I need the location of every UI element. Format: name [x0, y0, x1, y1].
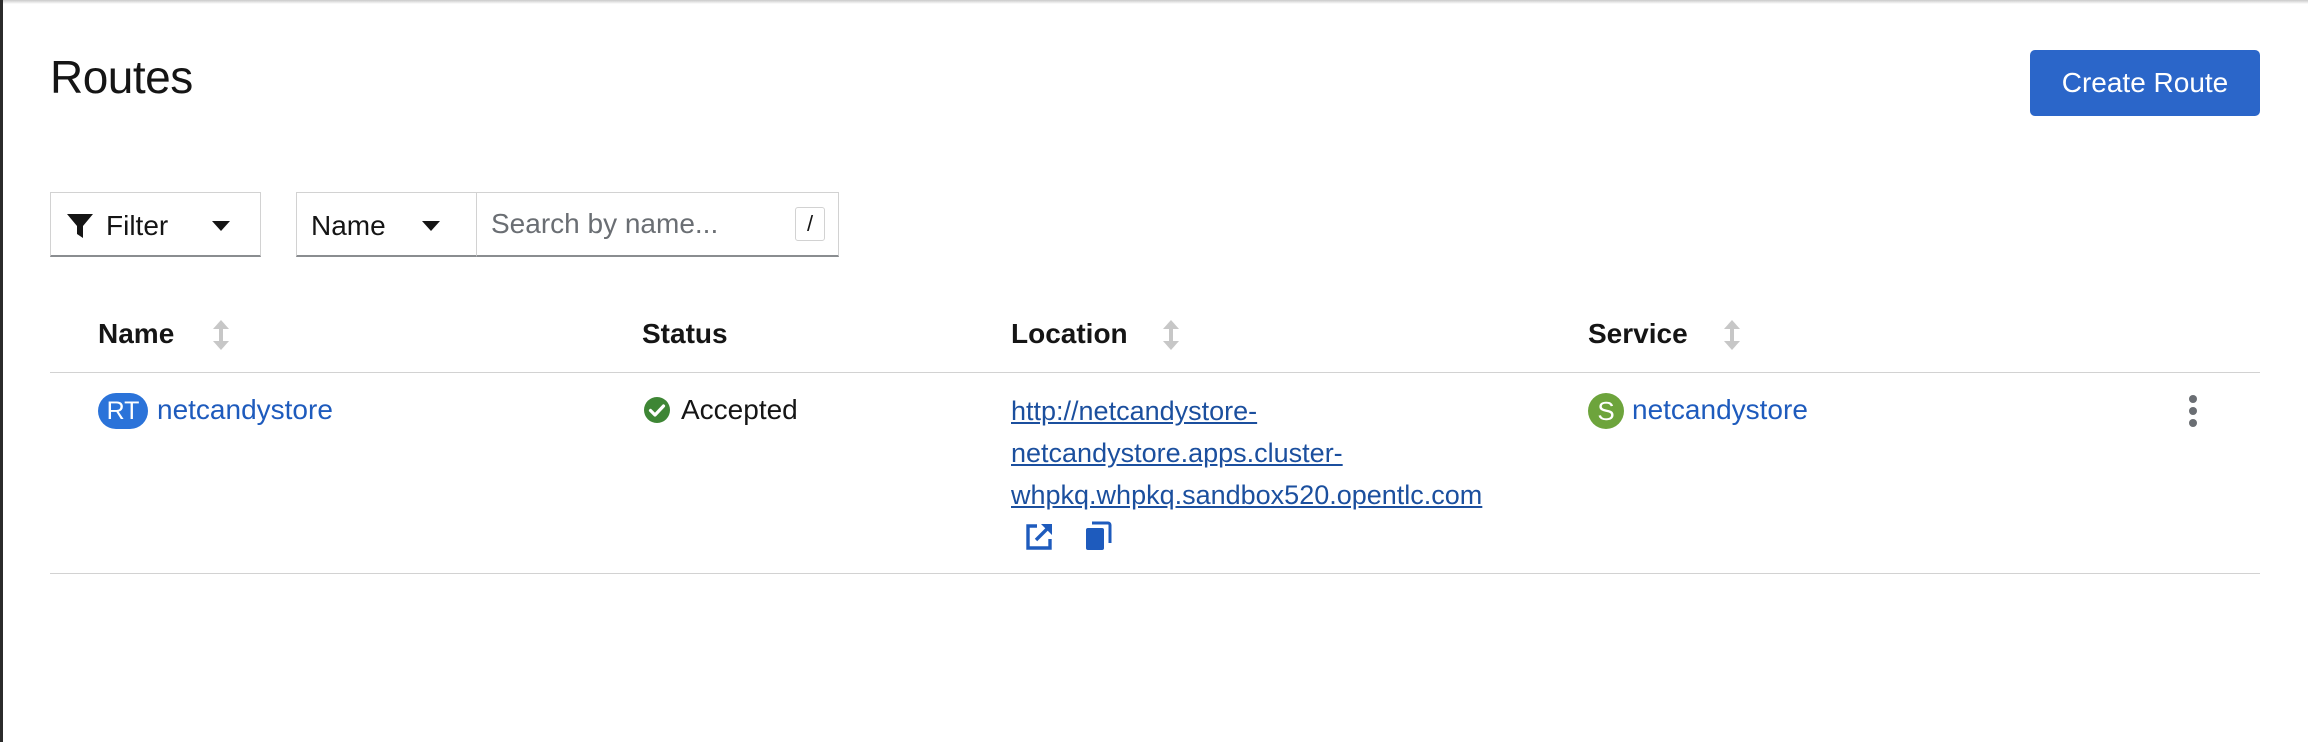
page-title: Routes [50, 51, 193, 103]
route-status: Accepted [681, 394, 798, 425]
sort-icon[interactable] [212, 320, 230, 355]
external-link-icon[interactable] [1024, 522, 1054, 559]
route-location-line: netcandystore.apps.cluster- [1011, 438, 1343, 468]
service-name-link[interactable]: netcandystore [1632, 394, 1808, 426]
service-resource-badge: S [1588, 393, 1624, 429]
column-header-service[interactable]: Service [1588, 318, 1688, 350]
search-shortcut-hint: / [795, 207, 825, 241]
route-location-line: http://netcandystore- [1011, 396, 1258, 426]
check-circle-icon [643, 396, 671, 431]
column-header-status: Status [642, 318, 728, 349]
caret-down-icon [421, 219, 441, 237]
route-location-line: whpkq.whpkq.sandbox520.opentlc.com [1011, 480, 1483, 510]
search-box: / [476, 192, 839, 257]
search-attribute-label: Name [311, 210, 386, 241]
filter-icon [65, 211, 95, 246]
route-location: http://netcandystore- netcandystore.apps… [1011, 390, 1482, 516]
sort-icon[interactable] [1162, 320, 1180, 355]
route-name-link[interactable]: netcandystore [157, 394, 333, 426]
caret-down-icon [211, 219, 231, 237]
top-shadow [0, 0, 2308, 4]
row-divider [50, 573, 2260, 574]
kebab-icon[interactable] [2187, 394, 2199, 435]
create-route-button[interactable]: Create Route [2030, 50, 2260, 116]
route-location-link[interactable]: http://netcandystore- netcandystore.apps… [1011, 390, 1482, 516]
filter-dropdown[interactable]: Filter [50, 192, 261, 257]
copy-icon[interactable] [1084, 521, 1112, 558]
sort-icon[interactable] [1723, 320, 1741, 355]
search-attribute-select[interactable]: Name [296, 192, 476, 257]
column-header-name[interactable]: Name [98, 318, 174, 350]
filter-label: Filter [106, 210, 169, 241]
search-input[interactable] [491, 207, 781, 241]
header-divider [50, 372, 2260, 373]
route-resource-badge: RT [98, 393, 148, 429]
column-header-location[interactable]: Location [1011, 318, 1128, 350]
window-edge [0, 0, 3, 742]
